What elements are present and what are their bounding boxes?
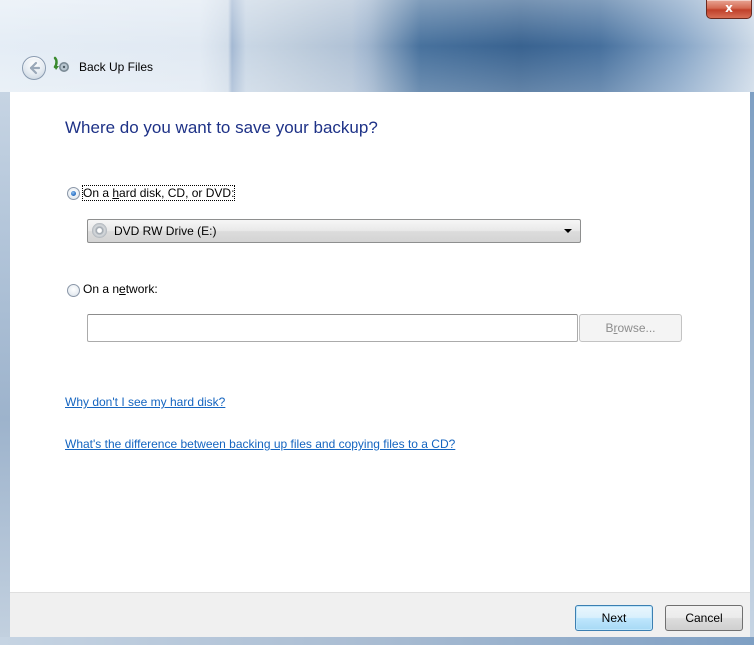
window-frame-right (750, 92, 754, 637)
next-button[interactable]: Next (575, 605, 653, 631)
drive-select-value: DVD RW Drive (E:) (114, 224, 217, 238)
network-label-post: twork: (125, 282, 158, 296)
drive-select[interactable]: DVD RW Drive (E:) (87, 219, 581, 243)
network-label-pre: On a n (83, 282, 120, 296)
network-path-input[interactable] (87, 314, 578, 342)
dialog-title: Back Up Files (79, 60, 154, 74)
cancel-button[interactable]: Cancel (665, 605, 743, 631)
browse-label-pre: B (605, 321, 614, 335)
harddisk-label-pre: On a (83, 186, 113, 200)
backup-dialog-window: x Back Up Files Where do you want to sav… (0, 0, 754, 645)
back-arrow-icon (29, 61, 41, 75)
network-radio-label[interactable]: On a network: (83, 282, 158, 296)
harddisk-help-link[interactable]: Why don't I see my hard disk? (65, 395, 225, 409)
network-radio[interactable] (67, 284, 80, 297)
close-button[interactable]: x (706, 0, 752, 19)
backup-icon (53, 56, 69, 72)
difference-help-link[interactable]: What's the difference between backing up… (65, 437, 455, 451)
browse-label-post: owse... (617, 321, 656, 335)
window-frame-left (0, 92, 10, 637)
harddisk-label-post: ard disk, CD, or DVD: (119, 186, 235, 200)
browse-button[interactable]: Browse... (579, 314, 682, 342)
page-heading: Where do you want to save your backup? (65, 118, 378, 137)
content-area: Where do you want to save your backup? O… (10, 92, 750, 592)
chevron-down-icon (564, 229, 572, 233)
back-button[interactable] (22, 56, 46, 80)
dvd-drive-icon (92, 223, 107, 238)
harddisk-radio[interactable] (67, 187, 80, 200)
network-label-mnemonic: e (119, 282, 126, 296)
harddisk-radio-label[interactable]: On a hard disk, CD, or DVD: (81, 185, 236, 201)
window-frame-bottom (0, 637, 754, 645)
title-bar (0, 0, 754, 92)
dialog-footer: Next Cancel (10, 592, 750, 638)
